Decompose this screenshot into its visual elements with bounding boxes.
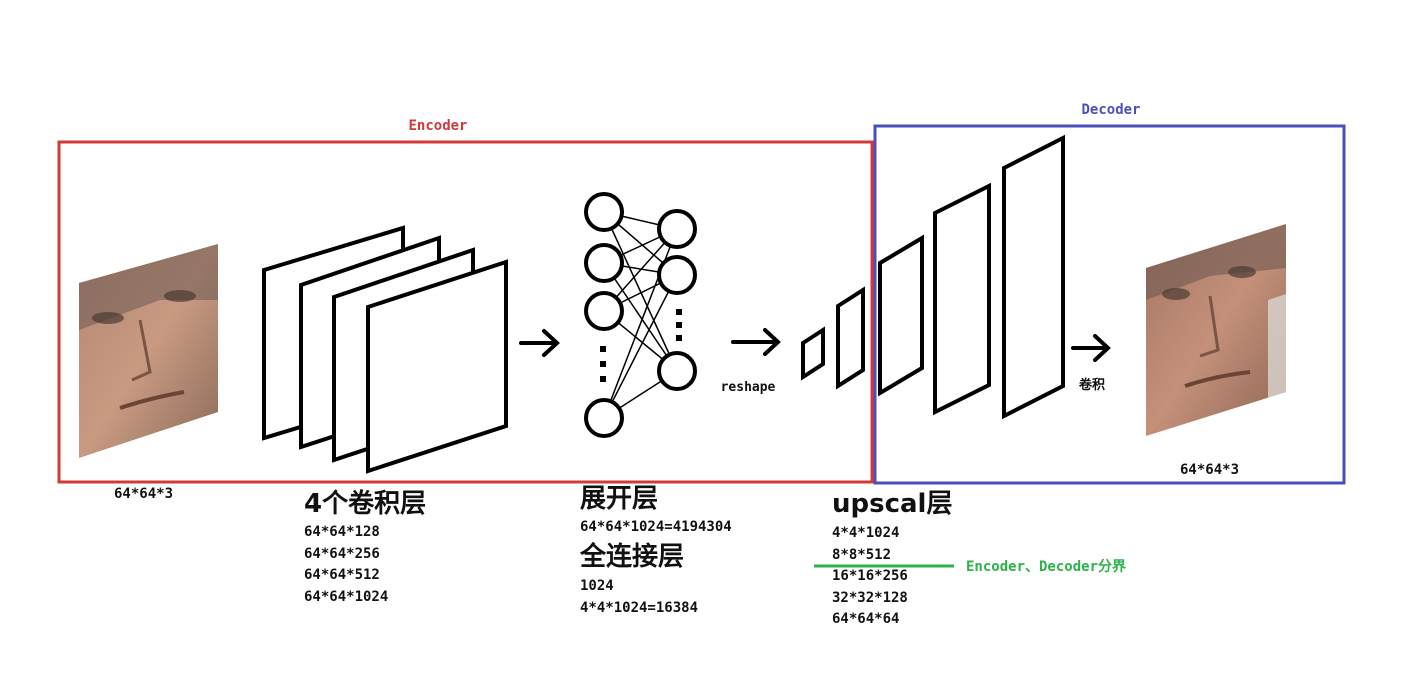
upscale-layer-2: [836, 286, 865, 390]
upscale-layer-3: [878, 234, 924, 397]
conv-dim: 64*64*256: [304, 545, 380, 562]
conv-arrow-label: 卷积: [1079, 377, 1105, 393]
neuron: [584, 192, 624, 232]
upscale-dim: 64*64*64: [832, 611, 900, 627]
arrow-icon: [519, 329, 560, 357]
neuron: [584, 398, 624, 438]
reshape-label: reshape: [721, 380, 776, 395]
fc-dims-list: 1024 4*4*1024=16384: [580, 576, 698, 619]
encoder-label: Encoder: [408, 118, 467, 134]
output-size-label: 64*64*3: [1180, 462, 1240, 478]
upscale-section-title: upscal层: [832, 489, 953, 519]
neuron: [657, 209, 697, 249]
neuron: [657, 255, 697, 295]
upscale-dim: 32*32*128: [832, 589, 908, 606]
neuron: [657, 351, 697, 391]
neuron: [584, 291, 624, 331]
upscale-layer-5: [1002, 134, 1065, 420]
conv-section-title: 4个卷积层: [304, 489, 427, 519]
arrow-icon: [1071, 334, 1111, 362]
conv-dim: 64*64*128: [304, 524, 380, 540]
fc-section-title: 全连接层: [580, 542, 685, 572]
input-size-label: 64*64*3: [114, 486, 174, 502]
output-face-image: [1146, 224, 1286, 436]
architecture-diagram: Encoder Decoder reshape 卷积 Encoder、Decod…: [57, 102, 1346, 575]
neuron: [584, 243, 624, 283]
input-face-image: [79, 244, 218, 458]
fc-dim: 4*4*1024=16384: [580, 599, 699, 616]
upscale-layer-4: [933, 182, 991, 416]
flatten-dim: 64*64*1024=4194304: [580, 519, 732, 535]
decoder-label: Decoder: [1081, 102, 1140, 118]
upscale-dim: 4*4*1024: [832, 525, 900, 541]
conv-layers: [262, 225, 508, 474]
upscale-dim: 16*16*256: [832, 568, 908, 584]
fc-dim: 1024: [580, 578, 614, 594]
arrow-icon: [731, 328, 781, 356]
conv-dims-list: 64*64*128 64*64*256 64*64*512 64*64*1024: [304, 522, 388, 608]
upscale-dim: 8*8*512: [832, 546, 892, 563]
conv-dim: 64*64*512: [304, 567, 380, 583]
conv-dim: 64*64*1024: [304, 588, 389, 605]
flatten-section-title: 展开层: [580, 484, 659, 514]
boundary-label: Encoder、Decoder分界: [966, 559, 1127, 575]
upscale-layers: [801, 134, 1065, 420]
upscale-dims-list: 4*4*1024 8*8*512 16*16*256 32*32*128 64*…: [832, 523, 908, 631]
upscale-layer-1: [801, 326, 825, 381]
